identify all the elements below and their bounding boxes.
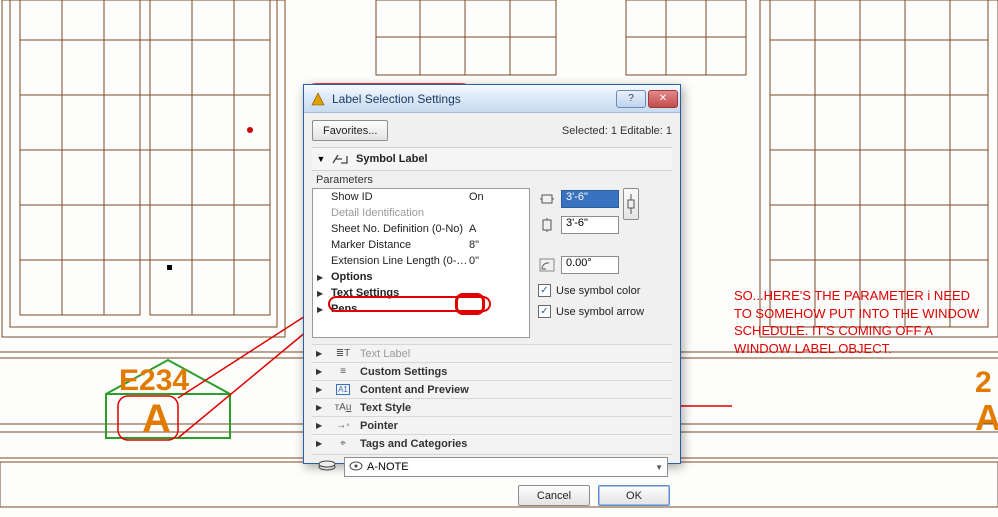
param-detail-identification: Detail Identification [313, 205, 529, 221]
archicad-app-icon [310, 91, 326, 107]
section-content-and-preview[interactable]: ▶ A1 Content and Preview [312, 380, 672, 398]
dialog-title: Label Selection Settings [332, 92, 616, 106]
checkbox-checked-icon: ✓ [538, 284, 551, 297]
parameters-list[interactable]: Show ID On Detail Identification Sheet N… [312, 188, 530, 338]
favorites-button[interactable]: Favorites... [312, 120, 388, 141]
cancel-button[interactable]: Cancel [518, 485, 590, 506]
section-symbol-label[interactable]: ▼ Symbol Label [312, 147, 672, 171]
close-button[interactable]: ✕ [648, 90, 678, 108]
pointer-icon: →◦ [332, 420, 354, 431]
side-panel: 3'-6" 3'-6" [538, 188, 672, 338]
collapsed-sections: ▶ ≣T Text Label ▶ ≡ Custom Settings ▶ A1… [312, 344, 672, 452]
label-sub-text: A [142, 397, 171, 441]
disclosure-triangle-icon: ▶ [316, 349, 326, 358]
checkbox-checked-icon: ✓ [538, 305, 551, 318]
section-pointer[interactable]: ▶ →◦ Pointer [312, 416, 672, 434]
width-icon [538, 190, 556, 208]
section-custom-settings[interactable]: ▶ ≡ Custom Settings [312, 362, 672, 380]
text-style-icon: ᴛAu [332, 402, 354, 413]
height-input[interactable]: 3'-6" [561, 216, 619, 234]
chevron-down-icon: ▼ [655, 463, 663, 472]
section-title: Symbol Label [356, 153, 428, 165]
parameters-label: Parameters [312, 171, 672, 188]
disclosure-triangle-icon: ▶ [316, 421, 326, 430]
annotation-text: SO...HERE'S THE PARAMETER i NEED TO SOME… [734, 287, 990, 357]
use-symbol-color-checkbox[interactable]: ✓ Use symbol color [538, 284, 672, 297]
ok-button[interactable]: OK [598, 485, 670, 506]
param-sheet-no-definition[interactable]: Sheet No. Definition (0-No) A [313, 221, 529, 237]
right-label-top: 2 [975, 366, 992, 399]
section-text-label[interactable]: ▶ ≣T Text Label [312, 344, 672, 362]
param-extension-line-length[interactable]: Extension Line Length (0-None) 0" [313, 253, 529, 269]
help-button[interactable]: ? [616, 90, 646, 108]
disclosure-triangle-icon: ▶ [316, 367, 326, 376]
disclosure-triangle-icon: ▶ [316, 403, 326, 412]
param-show-id[interactable]: Show ID On [313, 189, 529, 205]
text-label-icon: ≣T [332, 348, 354, 359]
label-selection-settings-dialog: Label Selection Settings ? ✕ Favorites..… [303, 84, 681, 464]
dialog-titlebar[interactable]: Label Selection Settings ? ✕ [304, 85, 680, 113]
angle-input[interactable]: 0.00° [561, 256, 619, 274]
selection-info: Selected: 1 Editable: 1 [562, 125, 672, 137]
param-options[interactable]: ▶ Options [313, 269, 529, 285]
canvas-root: E234 A 2 A SO...HERE'S THE PARAMETER i N… [0, 0, 998, 517]
content-preview-icon: A1 [332, 384, 354, 395]
disclosure-triangle-icon: ▶ [317, 289, 327, 298]
disclosure-triangle-icon: ▶ [317, 273, 327, 282]
disclosure-triangle-icon: ▶ [317, 305, 327, 314]
param-pens[interactable]: ▶ Pens [313, 301, 529, 317]
custom-settings-icon: ≡ [332, 366, 354, 377]
angle-icon [538, 256, 556, 274]
label-main-text: E234 [119, 364, 189, 397]
height-icon [538, 216, 556, 234]
width-input[interactable]: 3'-6" [561, 190, 619, 208]
param-marker-distance[interactable]: Marker Distance 8" [313, 237, 529, 253]
aspect-lock-button[interactable] [623, 188, 639, 220]
section-tags-and-categories[interactable]: ▶ ⌖ Tags and Categories [312, 434, 672, 452]
param-text-settings[interactable]: ▶ Text Settings [313, 285, 529, 301]
disclosure-triangle-icon: ▼ [316, 154, 326, 164]
symbol-label-icon [332, 151, 350, 167]
layer-dropdown[interactable]: A-NOTE ▼ [344, 457, 668, 477]
tags-icon: ⌖ [332, 438, 354, 449]
disclosure-triangle-icon: ▶ [316, 439, 326, 448]
layer-icon [316, 460, 338, 474]
eye-icon [349, 461, 363, 474]
right-label-bottom: A [975, 397, 998, 438]
use-symbol-arrow-checkbox[interactable]: ✓ Use symbol arrow [538, 305, 672, 318]
disclosure-triangle-icon: ▶ [316, 385, 326, 394]
section-text-style[interactable]: ▶ ᴛAu Text Style [312, 398, 672, 416]
